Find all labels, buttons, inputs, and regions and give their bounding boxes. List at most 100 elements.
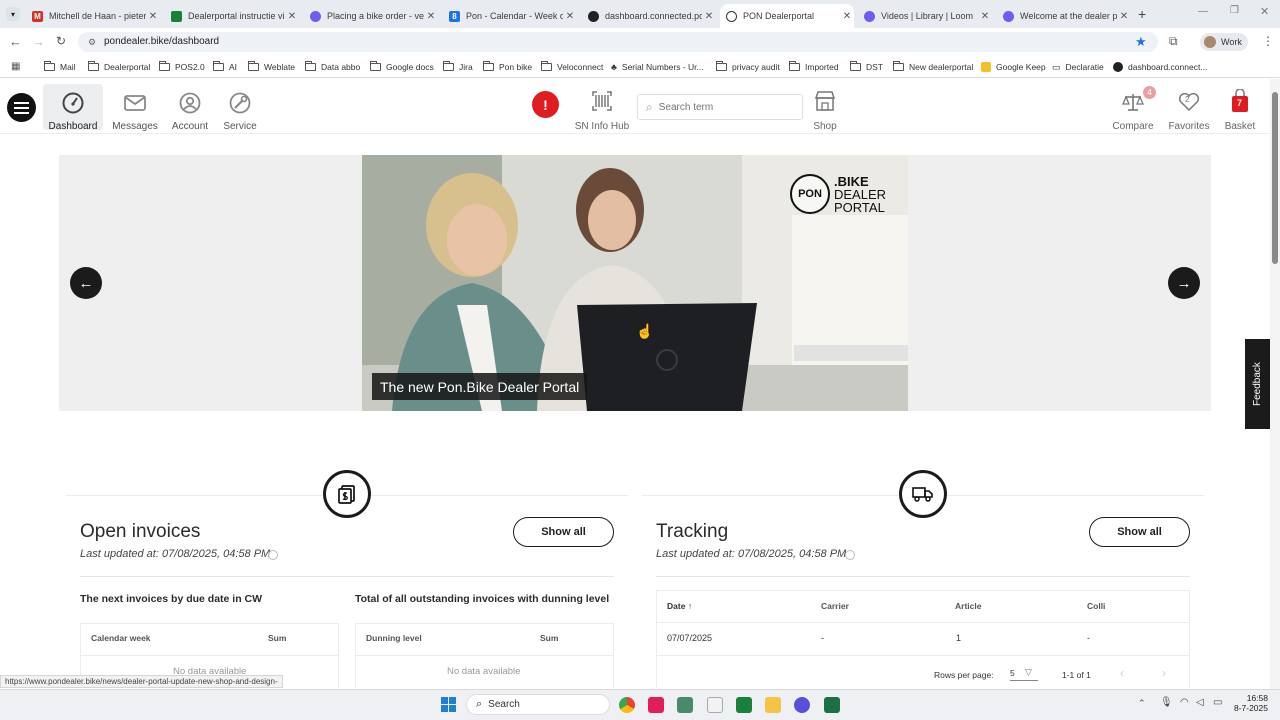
clock[interactable]: 16:58 8-7-2025 <box>1232 693 1268 713</box>
bookmark-serial-numbers[interactable]: ♣ Serial Numbers - Ur... <box>611 60 704 74</box>
mouse-cursor-icon: ☝ <box>636 323 654 339</box>
tab-search-button[interactable]: ▾ <box>6 7 20 21</box>
bookmark-imported[interactable]: Imported <box>789 60 839 74</box>
tracking-show-all-button[interactable]: Show all <box>1089 517 1190 547</box>
column-header-article[interactable]: Article <box>955 601 981 611</box>
microphone-icon[interactable]: 🎙 <box>1160 697 1173 708</box>
bookmark-pos[interactable]: POS2.0 <box>159 60 205 74</box>
wifi-icon[interactable]: ◠ <box>1180 697 1189 708</box>
tab-loom-library[interactable]: Videos | Library | Loom ✕ <box>864 4 992 28</box>
column-header-colli[interactable]: Colli <box>1087 601 1105 611</box>
close-icon[interactable]: ✕ <box>563 11 577 22</box>
tab-pon-dealerportal[interactable]: PON Dealerportal ✕ <box>720 4 854 28</box>
bookmark-mail[interactable]: Mail <box>44 60 76 74</box>
search-box[interactable]: ⌕ <box>637 94 803 120</box>
bookmark-google-docs[interactable]: Google docs <box>370 60 434 74</box>
new-tab-button[interactable]: + <box>1138 6 1146 22</box>
table-row[interactable]: 07/07/2025 - 1 - <box>656 623 1190 655</box>
clock-time: 16:58 <box>1246 693 1268 703</box>
next-page-button[interactable]: › <box>1162 666 1166 680</box>
reload-icon[interactable]: ↻ <box>56 34 66 48</box>
shop-button[interactable]: Shop <box>795 84 855 132</box>
invoices-show-all-button[interactable]: Show all <box>513 517 614 547</box>
compare-button[interactable]: 4 Compare <box>1103 84 1163 132</box>
slack-icon[interactable] <box>648 697 664 713</box>
close-icon[interactable]: ✕ <box>702 11 716 22</box>
bookmark-declaratie[interactable]: ▭ Declaratie <box>1052 60 1104 74</box>
close-icon[interactable]: ✕ <box>285 11 299 22</box>
search-input[interactable] <box>658 101 789 113</box>
tab-loom-order[interactable]: Placing a bike order - ver ✕ <box>310 4 438 28</box>
column-header-carrier[interactable]: Carrier <box>821 601 849 611</box>
bookmark-google-keep[interactable]: Google Keep <box>981 60 1046 74</box>
carousel-prev-button[interactable]: ← <box>70 267 102 299</box>
chevron-up-icon[interactable]: ⌃ <box>1138 698 1146 709</box>
app-icon[interactable] <box>677 697 693 713</box>
close-icon[interactable]: ✕ <box>146 11 160 22</box>
loom-icon[interactable] <box>794 697 810 713</box>
bookmark-weblate[interactable]: Weblate <box>248 60 295 74</box>
feedback-tab[interactable]: Feedback <box>1245 339 1270 429</box>
bookmark-dealerportal[interactable]: Dealerportal <box>88 60 150 74</box>
bookmark-new-dealerportal[interactable]: New dealerportal <box>893 60 973 74</box>
restore-button[interactable]: ❐ <box>1230 5 1239 16</box>
profile-button[interactable]: Work <box>1200 33 1248 51</box>
close-icon[interactable]: ✕ <box>978 11 992 22</box>
nav-dashboard[interactable]: Dashboard <box>43 84 103 132</box>
bookmark-jira[interactable]: Jira <box>443 60 473 74</box>
nav-messages[interactable]: Messages <box>105 84 165 132</box>
chrome-icon[interactable] <box>619 697 635 713</box>
column-header-date[interactable]: Date ↑ <box>667 601 692 611</box>
folder-icon <box>789 61 800 71</box>
back-arrow-icon[interactable]: ← <box>9 34 22 49</box>
nav-label: Messages <box>112 121 158 132</box>
address-bar[interactable] <box>78 32 1158 52</box>
url-text[interactable]: pondealer.bike/dashboard <box>104 36 219 47</box>
carousel-next-button[interactable]: → <box>1168 267 1200 299</box>
nav-service[interactable]: Service <box>210 84 270 132</box>
close-icon[interactable]: ✕ <box>840 11 854 22</box>
windows-start-icon[interactable] <box>441 697 456 712</box>
site-info-icon[interactable]: ⚙ <box>88 37 96 48</box>
excel-icon[interactable] <box>824 697 840 713</box>
close-icon[interactable]: ✕ <box>1117 11 1131 22</box>
scrollbar-thumb[interactable] <box>1272 92 1278 264</box>
taskbar-search[interactable]: ⌕ Search <box>466 694 610 715</box>
tab-dashboard-connected[interactable]: dashboard.connected.po ✕ <box>588 4 716 28</box>
rows-per-page-select[interactable]: 5 ▽ <box>1010 667 1038 681</box>
tab-loom-welcome[interactable]: Welcome at the dealer po ✕ <box>1003 4 1131 28</box>
apps-grid-icon[interactable]: ▦ <box>11 61 20 72</box>
bookmark-ai[interactable]: AI <box>213 60 237 74</box>
volume-icon[interactable]: ◁ <box>1196 697 1204 708</box>
bookmark-veloconnect[interactable]: Veloconnect <box>541 60 603 74</box>
extensions-icon[interactable]: ⧉ <box>1169 34 1178 49</box>
menu-dots-icon[interactable]: ⋮ <box>1262 34 1274 48</box>
bookmark-privacy-audit[interactable]: privacy audit <box>716 60 780 74</box>
bookmark-dst[interactable]: DST <box>850 60 883 74</box>
bookmark-star-icon[interactable]: ★ <box>1135 34 1147 50</box>
close-icon[interactable]: ✕ <box>424 11 438 22</box>
bookmark-dashboard-connect[interactable]: dashboard.connect... <box>1113 60 1207 74</box>
bookmark-data-abbo[interactable]: Data abbo <box>305 60 360 74</box>
notepad-icon[interactable] <box>707 697 723 713</box>
sheets-icon[interactable] <box>736 697 752 713</box>
column-header-calendar-week[interactable]: Calendar week <box>91 633 151 643</box>
window-close-button[interactable]: ✕ <box>1260 5 1269 18</box>
column-header-sum[interactable]: Sum <box>268 633 286 643</box>
alert-button[interactable]: ! <box>532 91 559 118</box>
prev-page-button[interactable]: ‹ <box>1120 666 1124 680</box>
file-explorer-icon[interactable] <box>765 697 781 713</box>
hamburger-menu-button[interactable] <box>7 93 36 122</box>
column-header-dunning-level[interactable]: Dunning level <box>366 633 422 643</box>
hero-caption[interactable]: The new Pon.Bike Dealer Portal <box>372 373 588 400</box>
basket-button[interactable]: 7 Basket <box>1210 84 1270 132</box>
tab-gmail[interactable]: M Mitchell de Haan - pieter ✕ <box>32 4 160 28</box>
tab-sheets[interactable]: Dealerportal instructie vi ✕ <box>171 4 299 28</box>
battery-icon[interactable]: ▭ <box>1213 697 1222 708</box>
bookmark-pon-bike[interactable]: Pon bike <box>483 60 532 74</box>
column-header-sum[interactable]: Sum <box>540 633 558 643</box>
forward-arrow-icon[interactable]: → <box>32 34 45 49</box>
sn-info-hub-button[interactable]: SN Info Hub <box>572 84 632 132</box>
minimize-button[interactable]: — <box>1198 6 1208 17</box>
tab-calendar[interactable]: 8 Pon - Calendar - Week of ✕ <box>449 4 577 28</box>
